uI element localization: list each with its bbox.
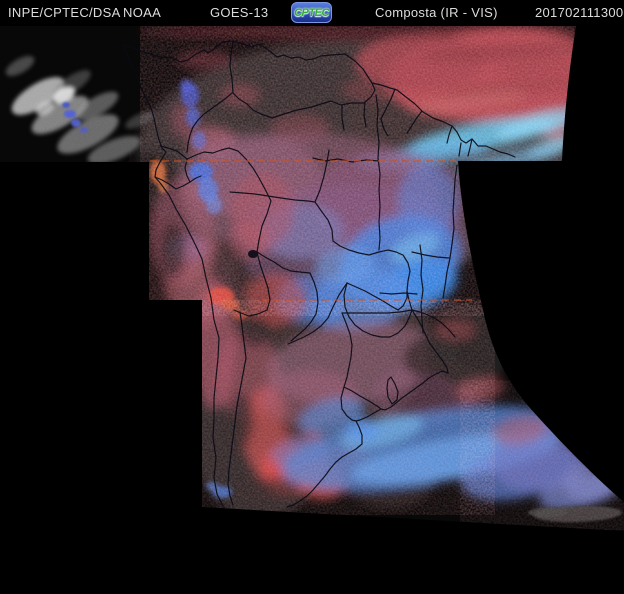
satellite-composite-image (0, 0, 624, 594)
product-label: Composta (IR - VIS) (375, 5, 498, 20)
cptec-logo-text: CPTEC (294, 6, 329, 19)
cptec-logo-icon: CPTEC (291, 2, 332, 23)
header-bar: INPE/CPTEC/DSA NOAA GOES-13 CPTEC Compos… (0, 0, 624, 26)
timestamp-label: 201702111300 (535, 5, 624, 20)
agency-label: INPE/CPTEC/DSA (8, 5, 121, 20)
satellite-product-screen: INPE/CPTEC/DSA NOAA GOES-13 CPTEC Compos… (0, 0, 624, 594)
network-label: NOAA (123, 5, 162, 20)
satellite-label: GOES-13 (210, 5, 269, 20)
